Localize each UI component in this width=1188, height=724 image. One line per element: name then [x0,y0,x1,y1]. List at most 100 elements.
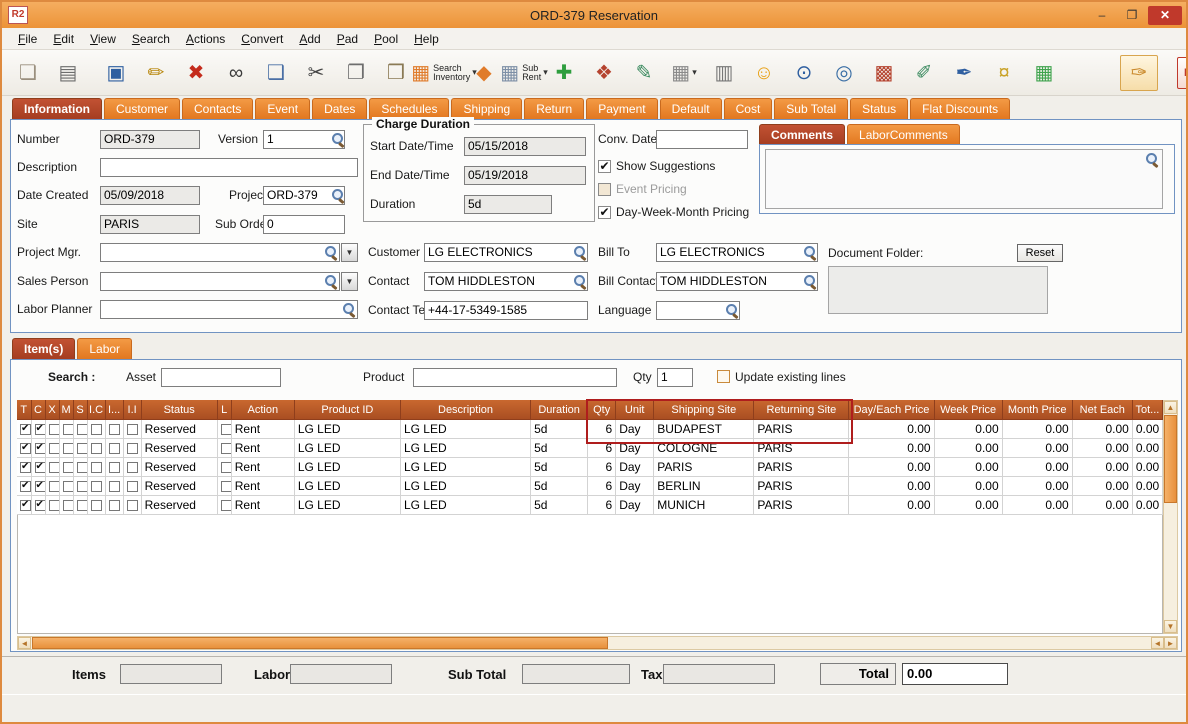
row-checkbox[interactable] [20,480,31,492]
row-checkbox[interactable] [108,461,120,473]
row-checkbox[interactable] [90,461,102,473]
row-checkbox[interactable] [90,423,102,435]
paste-icon[interactable]: ❒ [377,55,415,91]
cell-tot[interactable]: 0.00 [1132,495,1164,515]
cell-unit[interactable]: Day [615,495,655,515]
number-field[interactable]: ORD-379 [100,130,200,149]
row-checkbox[interactable] [34,499,45,511]
cell-product-id[interactable]: LG LED [294,495,401,515]
row-checkbox[interactable] [126,423,138,435]
tab-contacts[interactable]: Contacts [182,98,254,119]
description-field[interactable] [100,158,358,177]
row-checkbox[interactable] [108,480,120,492]
group-icon[interactable]: ❖ [585,55,623,91]
cell-description[interactable]: LG LED [400,476,532,496]
cut-icon[interactable]: ✂ [297,55,335,91]
row-checkbox[interactable] [76,461,87,473]
cell-action[interactable]: Rent [231,495,295,515]
delete-icon[interactable]: ✖ [177,55,215,91]
row-checkbox[interactable] [34,442,45,454]
tab-laborcomments[interactable]: LaborComments [847,124,960,145]
tab-schedules[interactable]: Schedules [369,98,450,119]
sub-rent-button[interactable]: ▦ Sub Rent ▾ [500,55,547,91]
column-header-c[interactable]: C [31,400,46,420]
row-checkbox[interactable] [220,499,231,511]
tab-sub-total[interactable]: Sub Total [774,98,849,119]
row-checkbox[interactable] [108,423,120,435]
cell-net-each[interactable]: 0.00 [1072,457,1133,477]
cell-l[interactable] [217,495,232,515]
cell-description[interactable]: LG LED [400,495,532,515]
cell-description[interactable]: LG LED [400,438,532,458]
cell-x[interactable] [45,495,60,515]
row-checkbox[interactable] [34,423,45,435]
cell-duration[interactable]: 5d [530,476,589,496]
add-icon[interactable]: ✚ [545,55,583,91]
row-checkbox[interactable] [48,499,59,511]
column-header-status[interactable]: Status [141,400,218,420]
customer-field[interactable]: LG ELECTRONICS [424,243,588,262]
cell-returning-site[interactable]: PARIS [753,495,850,515]
column-header-shipping-site[interactable]: Shipping Site [653,400,755,420]
cell-i-c[interactable] [87,457,106,477]
cell-i[interactable] [105,457,124,477]
column-header-week-price[interactable]: Week Price [934,400,1003,420]
cell-product-id[interactable]: LG LED [294,419,401,439]
cell-month-price[interactable]: 0.00 [1002,438,1073,458]
table-row[interactable]: ReservedRentLG LEDLG LED5d6DayPARISPARIS… [17,457,1164,477]
cell-month-price[interactable]: 0.00 [1002,476,1073,496]
cell-c[interactable] [31,476,46,496]
menu-item-pool[interactable]: Pool [366,29,406,49]
bill-contact-search-icon[interactable] [802,274,817,289]
row-checkbox[interactable] [62,442,73,454]
project-mgr-search-icon[interactable] [323,245,338,260]
cell-shipping-site[interactable]: PARIS [653,457,755,477]
cd-icon[interactable]: ◎ [825,55,863,91]
cell-status[interactable]: Reserved [141,457,218,477]
cell-week-price[interactable]: 0.00 [934,457,1003,477]
cell-net-each[interactable]: 0.00 [1072,495,1133,515]
cell-shipping-site[interactable]: BERLIN [653,476,755,496]
cell-returning-site[interactable]: PARIS [753,438,850,458]
row-checkbox[interactable] [126,461,138,473]
conv-date-field[interactable] [656,130,748,149]
cell-x[interactable] [45,438,60,458]
cell-product-id[interactable]: LG LED [294,457,401,477]
tab-information[interactable]: Information [12,98,102,119]
cell-unit[interactable]: Day [615,419,655,439]
row-checkbox[interactable] [62,499,73,511]
cell-month-price[interactable]: 0.00 [1002,457,1073,477]
horizontal-scroll-thumb[interactable] [32,637,608,649]
blocks-icon[interactable]: ▦ [1025,55,1063,91]
minimize-button[interactable]: – [1088,6,1116,25]
cell-t[interactable] [17,457,32,477]
row-checkbox[interactable] [62,480,73,492]
row-checkbox[interactable] [108,442,120,454]
cell-action[interactable]: Rent [231,438,295,458]
cell-s[interactable] [73,476,88,496]
product-input[interactable] [413,368,617,387]
site-field[interactable]: PARIS [100,215,200,234]
bill-contact-field[interactable]: TOM HIDDLESTON [656,272,818,291]
cell-day-each-price[interactable]: 0.00 [848,495,935,515]
cell-m[interactable] [59,495,74,515]
cell-x[interactable] [45,457,60,477]
cell-returning-site[interactable]: PARIS [753,476,850,496]
cell-net-each[interactable]: 0.00 [1072,476,1133,496]
cell-qty[interactable]: 6 [587,419,617,439]
cell-x[interactable] [45,476,60,496]
cell-net-each[interactable]: 0.00 [1072,438,1133,458]
row-checkbox[interactable] [76,480,87,492]
cell-l[interactable] [217,476,232,496]
row-checkbox[interactable] [90,480,102,492]
cell-product-id[interactable]: LG LED [294,438,401,458]
row-checkbox[interactable] [20,423,31,435]
cell-c[interactable] [31,438,46,458]
column-header-action[interactable]: Action [231,400,295,420]
row-checkbox[interactable] [48,461,59,473]
cell-i-c[interactable] [87,438,106,458]
cell-i[interactable] [105,495,124,515]
tab-event[interactable]: Event [255,98,311,119]
cell-month-price[interactable]: 0.00 [1002,495,1073,515]
binoculars-icon[interactable]: ∞ [217,55,255,91]
